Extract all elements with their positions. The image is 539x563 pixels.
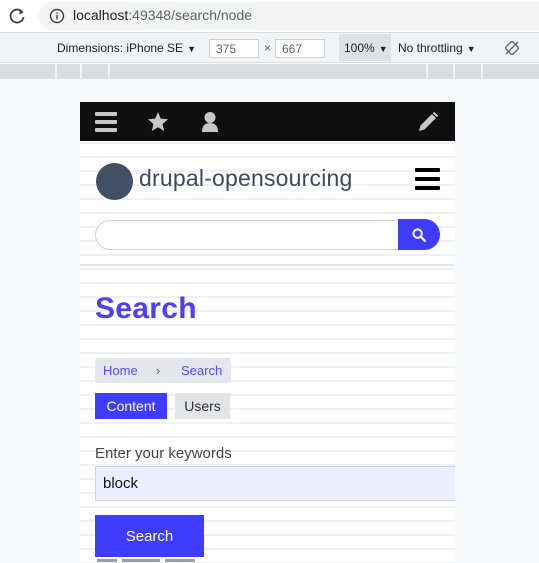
header-divider bbox=[80, 264, 455, 266]
browser-toolbar: localhost:49348/search/node bbox=[0, 0, 539, 32]
site-logo[interactable] bbox=[96, 163, 133, 200]
header-search-button[interactable] bbox=[398, 219, 440, 250]
admin-toolbar bbox=[80, 102, 455, 141]
width-input[interactable]: 375 bbox=[209, 39, 259, 58]
zoom-label: 100% bbox=[344, 41, 375, 55]
rotate-icon[interactable] bbox=[504, 40, 520, 56]
user-icon[interactable] bbox=[198, 110, 222, 134]
menu-icon[interactable] bbox=[94, 110, 118, 134]
address-bar[interactable]: localhost:49348/search/node bbox=[39, 2, 539, 30]
search-submit-button[interactable]: Search bbox=[95, 515, 204, 557]
keywords-label: Enter your keywords bbox=[95, 445, 232, 462]
media-query-ruler[interactable] bbox=[0, 64, 539, 79]
star-icon[interactable] bbox=[146, 110, 170, 134]
breadcrumb: Home › Search bbox=[95, 358, 231, 383]
height-input[interactable]: 667 bbox=[275, 39, 325, 58]
tab-users[interactable]: Users bbox=[175, 393, 230, 419]
throttle-label: No throttling bbox=[398, 41, 463, 55]
search-icon bbox=[412, 228, 426, 242]
site-name[interactable]: drupal-opensourcing bbox=[139, 165, 353, 192]
tab-content[interactable]: Content bbox=[95, 393, 167, 419]
url-path: :49348/search/node bbox=[128, 7, 253, 23]
dropdown-arrow-icon: ▼ bbox=[378, 44, 388, 54]
device-select-label: Dimensions: iPhone SE bbox=[57, 41, 184, 55]
breadcrumb-search[interactable]: Search bbox=[181, 363, 222, 378]
device-select[interactable]: Dimensions: iPhone SE ▼ bbox=[57, 41, 196, 55]
reload-icon[interactable] bbox=[7, 6, 27, 26]
pencil-icon[interactable] bbox=[416, 110, 440, 134]
dropdown-arrow-icon: ▼ bbox=[187, 44, 196, 54]
info-icon[interactable] bbox=[49, 8, 65, 24]
zoom-select[interactable]: 100% ▼ bbox=[339, 34, 391, 61]
dimension-separator: × bbox=[264, 41, 272, 55]
page-title: Search bbox=[95, 292, 197, 325]
breadcrumb-separator: › bbox=[156, 363, 161, 378]
url-host: localhost bbox=[73, 7, 129, 23]
browser-window: localhost:49348/search/node Dimensions: … bbox=[0, 0, 539, 563]
hamburger-menu-icon[interactable] bbox=[415, 168, 440, 190]
throttle-select[interactable]: No throttling ▼ bbox=[398, 41, 476, 55]
header-search-input[interactable] bbox=[95, 220, 398, 250]
keywords-input[interactable]: block bbox=[95, 466, 455, 501]
url-text[interactable]: localhost:49348/search/node bbox=[73, 7, 252, 23]
breadcrumb-home[interactable]: Home bbox=[103, 363, 138, 378]
dropdown-arrow-icon: ▼ bbox=[466, 44, 476, 54]
device-viewport: drupal-opensourcing Search Home › Search… bbox=[80, 102, 455, 563]
site-header: drupal-opensourcing bbox=[80, 148, 455, 266]
device-toolbar: Dimensions: iPhone SE ▼ 375 × 667 100% ▼ N… bbox=[0, 32, 539, 63]
search-help-text-clipped bbox=[95, 559, 205, 563]
